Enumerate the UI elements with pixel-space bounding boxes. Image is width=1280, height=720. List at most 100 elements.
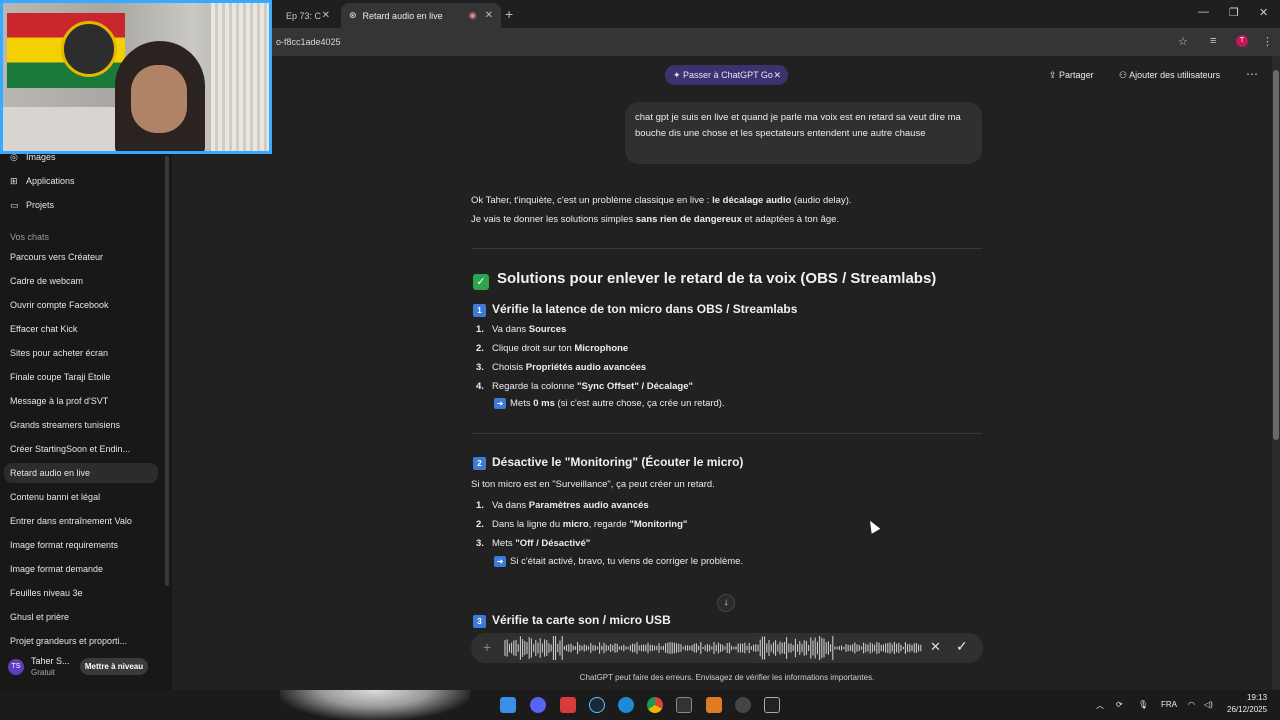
share-button[interactable]: ⇪ Partager <box>1049 70 1094 81</box>
sidebar-scrollbar[interactable] <box>165 156 169 586</box>
tab-close-icon[interactable]: ✕ <box>322 10 330 21</box>
add-user-icon: ⚇ <box>1119 70 1130 80</box>
maximize-icon[interactable]: ❐ <box>1229 6 1239 19</box>
obs-icon[interactable] <box>735 697 751 713</box>
microphone-icon[interactable]: 🎙︎ <box>1138 700 1148 709</box>
window-close-icon[interactable]: ✕ <box>1259 6 1268 19</box>
streamlabs-icon[interactable] <box>560 697 576 713</box>
cancel-dictation-icon[interactable]: ✕ <box>930 639 941 655</box>
scrollbar-thumb[interactable] <box>1273 70 1279 440</box>
browser-menu-icon[interactable]: ⋮ <box>1262 35 1273 48</box>
sidebar-chat-item[interactable]: Sites pour acheter écran <box>10 348 108 358</box>
scroll-down-button[interactable]: ↓ <box>717 594 735 612</box>
tab-close-icon[interactable]: ✕ <box>485 10 493 21</box>
check-icon: ✓ <box>473 274 489 290</box>
sidebar-chat-item[interactable]: Ouvrir compte Facebook <box>10 300 109 310</box>
clock-date[interactable]: 26/12/2025 <box>1227 705 1267 714</box>
intro-text: Ok Taher, t'inquiète, c'est un problème … <box>471 195 713 206</box>
tab-episode[interactable]: Ep 73: C ✕ <box>278 3 338 28</box>
number-3-icon: 3 <box>473 615 486 628</box>
sidebar-chat-item[interactable]: Parcours vers Créateur <box>10 252 103 262</box>
url-text[interactable]: o-f8cc1ade4025 <box>276 37 341 47</box>
recording-icon: ◉ <box>468 10 477 20</box>
sidebar-chat-item[interactable]: Image format demande <box>10 564 103 574</box>
step-bold: "Off / Désactivé" <box>515 538 591 549</box>
wifi-icon[interactable]: ◠ <box>1188 700 1195 709</box>
sidebar-chat-item[interactable]: Retard audio en live <box>4 463 158 483</box>
tab-label: Ep 73: C <box>286 10 322 21</box>
section-2-intro: Si ton micro est en "Surveillance", ça p… <box>471 479 715 490</box>
steam-icon[interactable] <box>589 697 605 713</box>
assistant-intro-line-2: Je vais te donner les solutions simples … <box>471 214 839 225</box>
chrome-icon[interactable] <box>647 697 663 713</box>
clock-time[interactable]: 19:13 <box>1247 693 1267 702</box>
app-icon[interactable] <box>764 697 780 713</box>
sidebar-item-label: Applications <box>26 176 75 186</box>
step-bold: Sources <box>528 324 567 335</box>
volume-icon[interactable]: ◁) <box>1204 700 1213 709</box>
promo-close-icon[interactable]: ✕ <box>773 65 781 85</box>
folder-icon: ▭ <box>10 200 19 210</box>
more-options-icon[interactable]: ⋯ <box>1246 67 1258 81</box>
capcut-icon[interactable] <box>676 697 692 713</box>
intro-bold: sans rien de dangereux <box>635 214 742 225</box>
new-tab-button[interactable]: + <box>505 6 513 22</box>
step-text: Regarde la colonne <box>492 381 578 392</box>
sidebar-item-projets[interactable]: ▭ Projets <box>10 200 54 211</box>
profile-avatar[interactable]: T <box>1236 35 1248 47</box>
start-icon[interactable] <box>500 697 516 713</box>
sidebar-chat-item[interactable]: Contenu banni et légal <box>10 492 100 502</box>
media-control-icon[interactable]: ≡ <box>1210 35 1216 47</box>
user-name[interactable]: Taher S... <box>31 656 70 666</box>
sidebar-chat-item[interactable]: Finale coupe Taraji Etoile <box>10 372 110 382</box>
arrow-right-icon: ➜ <box>494 556 506 567</box>
step-bold: Microphone <box>574 343 629 354</box>
language-indicator[interactable]: FRA <box>1161 700 1177 709</box>
add-users-button[interactable]: ⚇ Ajouter des utilisateurs <box>1119 70 1220 81</box>
discord-icon[interactable] <box>530 697 546 713</box>
edge-icon[interactable] <box>618 697 634 713</box>
sidebar-chat-item[interactable]: Entrer dans entraînement Valo <box>10 516 132 526</box>
step-number: 1. <box>476 324 484 335</box>
sidebar-chat-item[interactable]: Feuilles niveau 3e <box>10 588 83 598</box>
webcam-club-crest <box>61 21 117 77</box>
promo-pill[interactable]: ✦ Passer à ChatGPT Go ✕ <box>665 65 788 85</box>
step-text: Clique droit sur ton <box>492 343 575 354</box>
heading-text: Solutions pour enlever le retard de ta v… <box>497 270 937 287</box>
sidebar-chat-item[interactable]: Image format requirements <box>10 540 118 550</box>
share-label: Partager <box>1059 70 1094 80</box>
attach-plus-icon[interactable]: + <box>483 639 491 655</box>
chats-section-label: Vos chats <box>10 232 50 242</box>
vlc-icon[interactable] <box>706 697 722 713</box>
step-number: 2. <box>476 343 484 354</box>
sidebar-chat-item[interactable]: Grands streamers tunisiens <box>10 420 120 430</box>
sidebar-chat-item[interactable]: Effacer chat Kick <box>10 324 77 334</box>
step-bold: "Sync Offset" / Décalage" <box>577 381 693 392</box>
section-2-note: ➜ Si c'était activé, bravo, tu viens de c… <box>494 556 743 567</box>
sidebar-chat-item[interactable]: Créer StartingSoon et Endin... <box>10 444 130 454</box>
section-3-heading: 3 Vérifie ta carte son / micro USB <box>473 613 671 628</box>
step-text: Va dans <box>492 500 529 511</box>
step-number: 3. <box>476 538 484 549</box>
step-bold: Propriétés audio avancées <box>525 362 647 373</box>
sidebar-chat-item[interactable]: Message à la prof d'SVT <box>10 396 108 406</box>
divider <box>471 248 982 249</box>
sidebar-chat-item[interactable]: Ghusl et prière <box>10 612 69 622</box>
minimize-icon[interactable]: — <box>1198 6 1209 18</box>
sidebar-chat-item[interactable]: Cadre de webcam <box>10 276 83 286</box>
tab-retard-audio[interactable]: ⊛ Retard audio en live ◉ ✕ <box>341 3 501 28</box>
main-scrollbar[interactable] <box>1272 56 1280 690</box>
disclaimer: ChatGPT peut faire des erreurs. Envisage… <box>579 673 875 682</box>
tray-chevron-icon[interactable]: ︿ <box>1096 700 1104 711</box>
confirm-dictation-icon[interactable]: ✓ <box>956 638 968 655</box>
sync-icon[interactable]: ⟳ <box>1116 700 1123 709</box>
bookmark-star-icon[interactable]: ☆ <box>1178 35 1188 48</box>
section-title: Désactive le "Monitoring" (Écouter le mi… <box>492 455 744 469</box>
assistant-intro-line-1: Ok Taher, t'inquiète, c'est un problème … <box>471 195 852 206</box>
sidebar-item-applications[interactable]: ⊞ Applications <box>10 176 75 187</box>
sidebar-item-label: Projets <box>26 200 55 210</box>
section-1-note: ➜ Mets 0 ms (si c'est autre chose, ça cré… <box>494 398 725 409</box>
sidebar-chat-item[interactable]: Projet grandeurs et proporti... <box>10 636 127 646</box>
webcam-bed <box>3 107 123 151</box>
step-text: Va dans <box>492 324 529 335</box>
